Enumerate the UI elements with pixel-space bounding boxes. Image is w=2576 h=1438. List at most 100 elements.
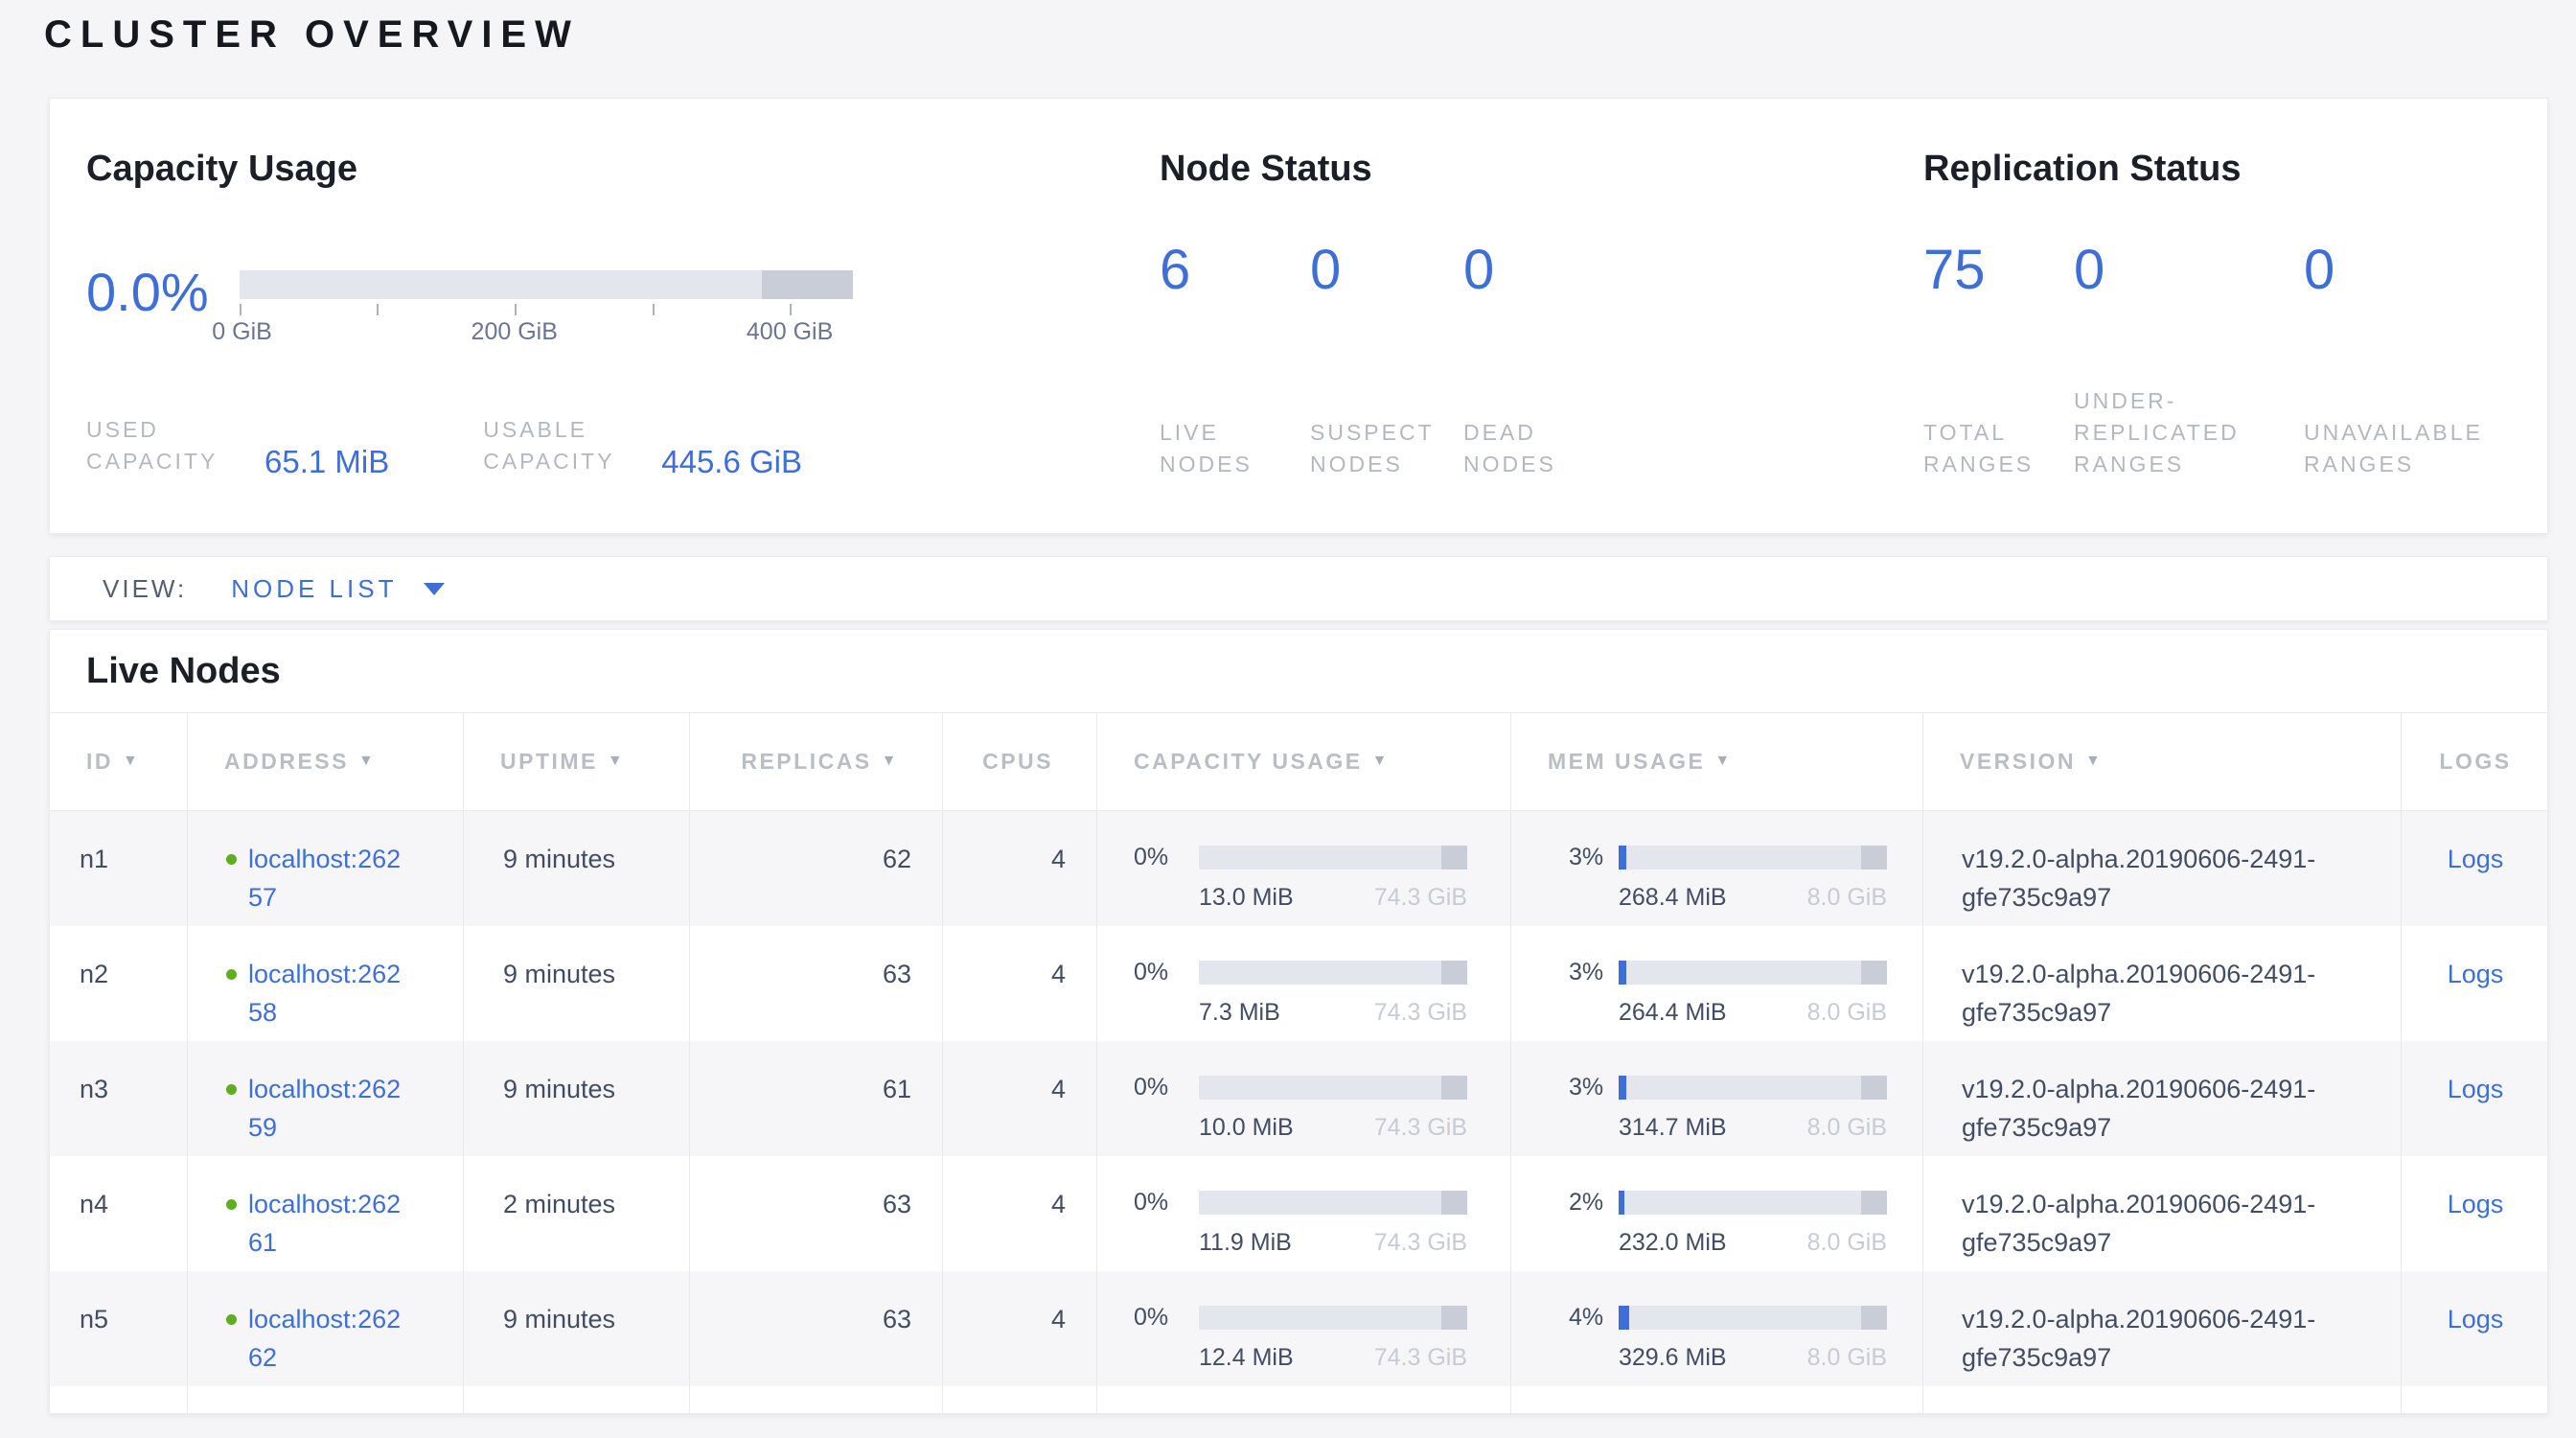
column-header-id[interactable]: ID▼ xyxy=(50,713,188,810)
mem-usage-cell: 4% 329.6 MiB 8.0 GiB xyxy=(1511,1271,1923,1386)
axis-tick-label: 0 GiB xyxy=(212,318,272,346)
mem-usage-bar xyxy=(1619,1306,1887,1330)
sort-arrow-icon: ▼ xyxy=(1372,753,1390,770)
node-status-section: Node Status 6 LIVE NODES 0 SUSPECT NODES… xyxy=(1160,147,1926,480)
column-header-replicas[interactable]: REPLICAS▼ xyxy=(690,713,943,810)
mem-used-value: 329.6 MiB xyxy=(1619,1345,1727,1370)
capacity-total-value: 74.3 GiB xyxy=(1374,1115,1467,1140)
logs-link[interactable]: Logs xyxy=(2448,960,2504,988)
mem-usage-cell: 3% 264.4 MiB 8.0 GiB xyxy=(1511,926,1923,1041)
mem-total-value: 8.0 GiB xyxy=(1807,1230,1887,1255)
logs-cell: Logs xyxy=(2402,1271,2548,1386)
mem-total-value: 8.0 GiB xyxy=(1807,1000,1887,1025)
capacity-usage-cell: 0% 11.9 MiB 74.3 GiB xyxy=(1097,1156,1511,1271)
mem-used-value: 268.4 MiB xyxy=(1619,885,1727,910)
capacity-percent-label: 0% xyxy=(1134,1068,1199,1106)
table-row: n2 localhost:26258 9 minutes 63 4 0% xyxy=(50,926,2547,1041)
cpus-cell: 4 xyxy=(943,926,1097,1041)
mem-usage-bar xyxy=(1619,846,1887,870)
capacity-dark-segment xyxy=(1441,1306,1467,1330)
live-status-icon xyxy=(226,1084,237,1095)
mem-used-value: 264.4 MiB xyxy=(1619,1000,1727,1025)
node-status-heading: Node Status xyxy=(1160,147,1926,191)
dead-nodes-count: 0 xyxy=(1463,241,1617,300)
column-header-logs: LOGS xyxy=(2402,713,2548,810)
capacity-dark-segment xyxy=(1441,1191,1467,1215)
node-id-cell: n4 xyxy=(50,1156,188,1271)
cpus-cell: 4 xyxy=(943,1041,1097,1156)
capacity-percent-label: 0% xyxy=(1134,953,1199,991)
node-address-cell: localhost:26259 xyxy=(188,1041,464,1156)
logs-link[interactable]: Logs xyxy=(2448,845,2504,873)
capacity-percent: 0.0% xyxy=(86,261,240,323)
replicas-cell: 61 xyxy=(690,1041,943,1156)
replication-status-heading: Replication Status xyxy=(1923,147,2556,191)
replication-status-section: Replication Status 75 TOTAL RANGES 0 UND… xyxy=(1923,147,2556,480)
usable-capacity-value: 445.6 GiB xyxy=(661,444,802,480)
column-header-mem-usage[interactable]: MEM USAGE▼ xyxy=(1511,713,1923,810)
mem-used-value: 232.0 MiB xyxy=(1619,1230,1727,1255)
mem-percent-label: 3% xyxy=(1569,838,1619,876)
capacity-total-value: 74.3 GiB xyxy=(1374,1230,1467,1255)
capacity-usage-bar xyxy=(1199,846,1467,870)
node-address-link[interactable]: localhost:26261 xyxy=(248,1185,411,1262)
column-header-uptime[interactable]: UPTIME▼ xyxy=(464,713,690,810)
capacity-usage-cell: 0% 13.0 MiB 74.3 GiB xyxy=(1097,811,1511,926)
mem-percent-label: 3% xyxy=(1569,953,1619,991)
mem-percent-label: 2% xyxy=(1569,1183,1619,1221)
sort-arrow-icon: ▼ xyxy=(608,753,625,770)
replicas-cell: 63 xyxy=(690,1156,943,1271)
node-address-link[interactable]: localhost:26258 xyxy=(248,955,411,1032)
replicas-cell: 63 xyxy=(690,1271,943,1386)
capacity-usage-cell: 0% 10.0 MiB 74.3 GiB xyxy=(1097,1041,1511,1156)
uptime-cell: 9 minutes xyxy=(464,1271,690,1386)
unavailable-ranges-count: 0 xyxy=(2304,241,2543,300)
capacity-dark-segment xyxy=(1441,846,1467,870)
node-address-link[interactable]: localhost:26259 xyxy=(248,1070,411,1147)
version-cell: v19.2.0-alpha.20190606-2491-gfe735c9a97 xyxy=(1923,1041,2402,1156)
capacity-usage-cell: 0% 7.3 MiB 74.3 GiB xyxy=(1097,926,1511,1041)
version-cell: v19.2.0-alpha.20190606-2491-gfe735c9a97 xyxy=(1923,1271,2402,1386)
sort-arrow-icon: ▼ xyxy=(2085,753,2103,770)
mem-total-value: 8.0 GiB xyxy=(1807,1115,1887,1140)
view-mode-selected: NODE LIST xyxy=(231,574,397,604)
capacity-total-value: 74.3 GiB xyxy=(1374,885,1467,910)
capacity-used-value: 7.3 MiB xyxy=(1199,1000,1280,1025)
logs-link[interactable]: Logs xyxy=(2448,1305,2504,1334)
uptime-cell: 9 minutes xyxy=(464,811,690,926)
mem-total-value: 8.0 GiB xyxy=(1807,885,1887,910)
mem-percent-label: 4% xyxy=(1569,1298,1619,1336)
logs-link[interactable]: Logs xyxy=(2448,1190,2504,1218)
column-header-address[interactable]: ADDRESS▼ xyxy=(188,713,464,810)
table-row-partial xyxy=(50,1386,2547,1414)
under-replicated-count: 0 xyxy=(2074,241,2304,300)
node-address-cell: localhost:26257 xyxy=(188,811,464,926)
replicas-cell: 63 xyxy=(690,926,943,1041)
logs-cell: Logs xyxy=(2402,811,2548,926)
column-header-capacity-usage[interactable]: CAPACITY USAGE▼ xyxy=(1097,713,1511,810)
capacity-percent-label: 0% xyxy=(1134,1183,1199,1221)
node-address-cell: localhost:26258 xyxy=(188,926,464,1041)
total-ranges-count: 75 xyxy=(1923,241,2074,300)
mem-percent-label: 3% xyxy=(1569,1068,1619,1106)
live-status-icon xyxy=(226,1314,237,1325)
table-body: n1 localhost:26257 9 minutes 62 4 0% xyxy=(50,811,2547,1386)
node-address-link[interactable]: localhost:26262 xyxy=(248,1300,411,1377)
column-header-version[interactable]: VERSION▼ xyxy=(1923,713,2402,810)
mem-dark-segment xyxy=(1861,846,1887,870)
live-nodes-heading: Live Nodes xyxy=(86,650,2547,692)
capacity-bar-dark-segment xyxy=(762,270,853,299)
version-cell: v19.2.0-alpha.20190606-2491-gfe735c9a97 xyxy=(1923,1156,2402,1271)
mem-used-fill xyxy=(1619,1076,1626,1100)
table-row: n1 localhost:26257 9 minutes 62 4 0% xyxy=(50,811,2547,926)
node-address-link[interactable]: localhost:26257 xyxy=(248,840,411,916)
uptime-cell: 9 minutes xyxy=(464,1041,690,1156)
capacity-bar xyxy=(240,270,853,299)
chevron-down-icon xyxy=(424,583,445,595)
page-title: CLUSTER OVERVIEW xyxy=(44,13,580,57)
capacity-used-value: 12.4 MiB xyxy=(1199,1345,1294,1370)
logs-link[interactable]: Logs xyxy=(2448,1075,2504,1103)
view-mode-dropdown[interactable]: NODE LIST xyxy=(231,574,445,604)
node-id-cell: n5 xyxy=(50,1271,188,1386)
table-header-row: ID▼ ADDRESS▼ UPTIME▼ REPLICAS▼ CPUS CAPA… xyxy=(50,712,2547,811)
